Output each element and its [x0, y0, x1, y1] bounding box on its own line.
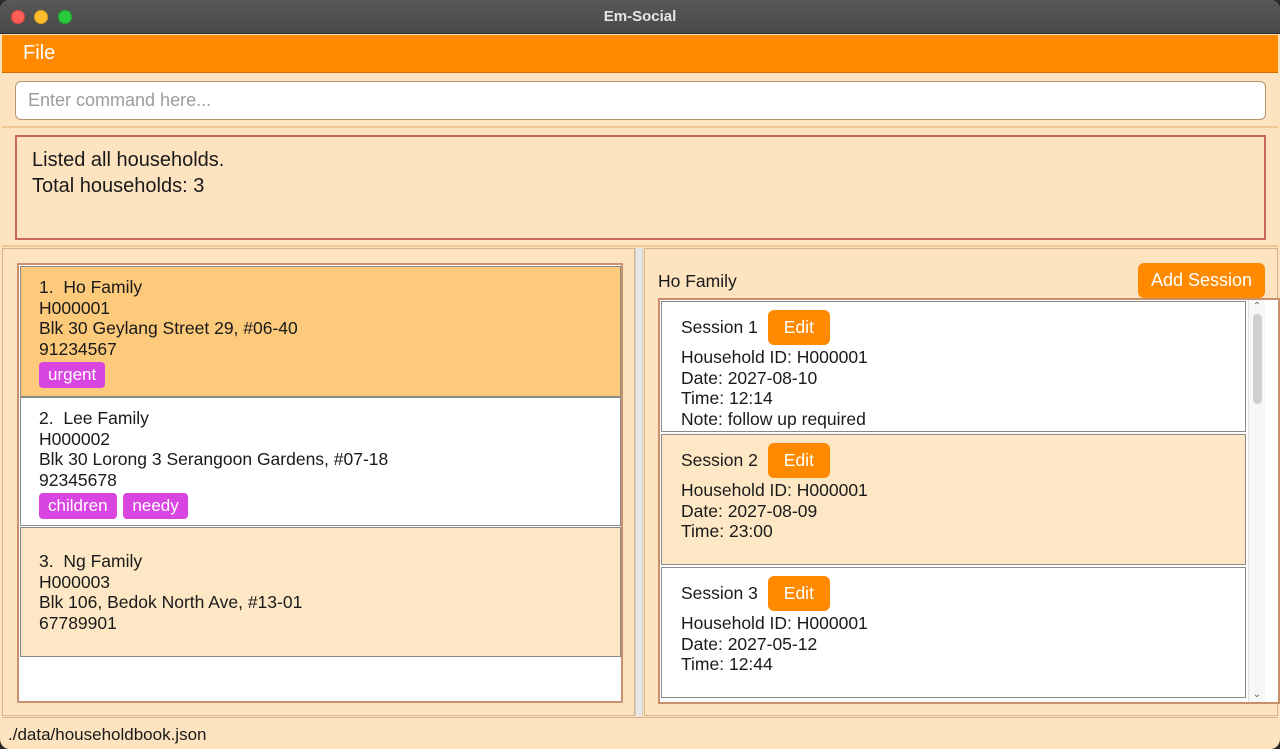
result-line: Listed all households.: [32, 149, 225, 171]
household-title: 3. Ng Family: [39, 551, 602, 572]
session-note: Note: follow up required: [681, 408, 866, 429]
scrollbar-thumb[interactable]: [1253, 314, 1262, 404]
household-list-panel: 1. Ho Family H000001 Blk 30 Geylang Stre…: [2, 248, 635, 716]
session-list-scrollbar[interactable]: ⌃ ⌄: [1248, 300, 1265, 702]
household-card[interactable]: 2. Lee Family H000002 Blk 30 Lorong 3 Se…: [20, 397, 621, 526]
session-date: Date: 2027-05-12: [681, 633, 818, 654]
split-pane-divider[interactable]: [635, 248, 643, 716]
session-header: Session 1 Edit: [681, 310, 1226, 345]
session-header: Session 3 Edit: [681, 576, 1226, 611]
window-title: Em-Social: [603, 8, 677, 25]
title-bar: Em-Social: [0, 0, 1280, 34]
household-title: 1. Ho Family: [39, 277, 602, 298]
household-id: H000002: [39, 428, 111, 449]
household-title: 2. Lee Family: [39, 408, 602, 429]
household-list[interactable]: 1. Ho Family H000001 Blk 30 Geylang Stre…: [17, 263, 623, 703]
household-tags: children needy: [39, 493, 602, 519]
data-file-path: ./data/householdbook.json: [8, 725, 207, 744]
menu-bar: File: [2, 35, 1278, 73]
household-address: Blk 30 Lorong 3 Serangoon Gardens, #07-1…: [39, 449, 389, 469]
session-title: Session 3: [681, 583, 758, 604]
app-window: Em-Social File Listed all households. To…: [0, 0, 1280, 749]
command-input[interactable]: [15, 81, 1266, 120]
session-date: Date: 2027-08-09: [681, 500, 818, 521]
session-time: Time: 12:44: [681, 654, 773, 674]
chevron-up-icon[interactable]: ⌃: [1252, 302, 1262, 312]
result-display-area: Listed all households. Total households:…: [2, 129, 1278, 247]
household-index: 1.: [39, 277, 54, 297]
tag-badge: children: [39, 493, 117, 519]
session-card[interactable]: Session 2 Edit Household ID: H000001 Dat…: [661, 434, 1246, 565]
household-card[interactable]: 3. Ng Family H000003 Blk 106, Bedok Nort…: [20, 527, 621, 657]
household-phone: 92345678: [39, 469, 117, 490]
session-header: Session 2 Edit: [681, 443, 1226, 478]
selected-household-name: Ho Family: [658, 271, 737, 291]
household-phone: 91234567: [39, 338, 117, 359]
household-id: H000003: [39, 571, 111, 592]
session-card[interactable]: Session 1 Edit Household ID: H000001 Dat…: [661, 301, 1246, 432]
session-list[interactable]: Session 1 Edit Household ID: H000001 Dat…: [658, 298, 1280, 704]
session-household-id: Household ID: H000001: [681, 347, 868, 367]
session-household-id: Household ID: H000001: [681, 480, 868, 500]
session-date: Date: 2027-08-10: [681, 367, 818, 388]
session-time: Time: 23:00: [681, 521, 773, 541]
session-card[interactable]: Session 3 Edit Household ID: H000001 Dat…: [661, 567, 1246, 698]
session-title: Session 2: [681, 450, 758, 471]
edit-session-button[interactable]: Edit: [767, 310, 830, 345]
result-line: Total households: 3: [32, 175, 205, 197]
household-tags: urgent: [39, 362, 602, 388]
household-index: 3.: [39, 551, 54, 571]
session-title: Session 1: [681, 317, 758, 338]
household-address: Blk 30 Geylang Street 29, #06-40: [39, 318, 298, 338]
session-time: Time: 12:14: [681, 388, 773, 408]
chevron-down-icon[interactable]: ⌄: [1252, 690, 1262, 700]
tag-badge: needy: [123, 493, 188, 519]
command-box: [2, 74, 1278, 128]
status-bar: ./data/householdbook.json: [2, 717, 1278, 749]
household-card[interactable]: 1. Ho Family H000001 Blk 30 Geylang Stre…: [20, 266, 621, 397]
result-display: Listed all households. Total households:…: [15, 135, 1266, 240]
household-id: H000001: [39, 297, 111, 318]
edit-session-button[interactable]: Edit: [767, 443, 830, 478]
household-phone: 67789901: [39, 612, 117, 633]
add-session-button[interactable]: Add Session: [1138, 263, 1265, 298]
household-index: 2.: [39, 408, 54, 428]
tag-badge: urgent: [39, 362, 106, 388]
edit-session-button[interactable]: Edit: [767, 576, 830, 611]
household-name: Ng Family: [63, 551, 143, 571]
menu-file[interactable]: File: [23, 42, 55, 65]
session-household-id: Household ID: H000001: [681, 613, 868, 633]
session-panel: Ho Family Add Session Session 1 Edit Hou…: [644, 248, 1280, 716]
household-address: Blk 106, Bedok North Ave, #13-01: [39, 592, 303, 612]
household-name: Lee Family: [63, 408, 149, 428]
household-name: Ho Family: [63, 277, 143, 297]
